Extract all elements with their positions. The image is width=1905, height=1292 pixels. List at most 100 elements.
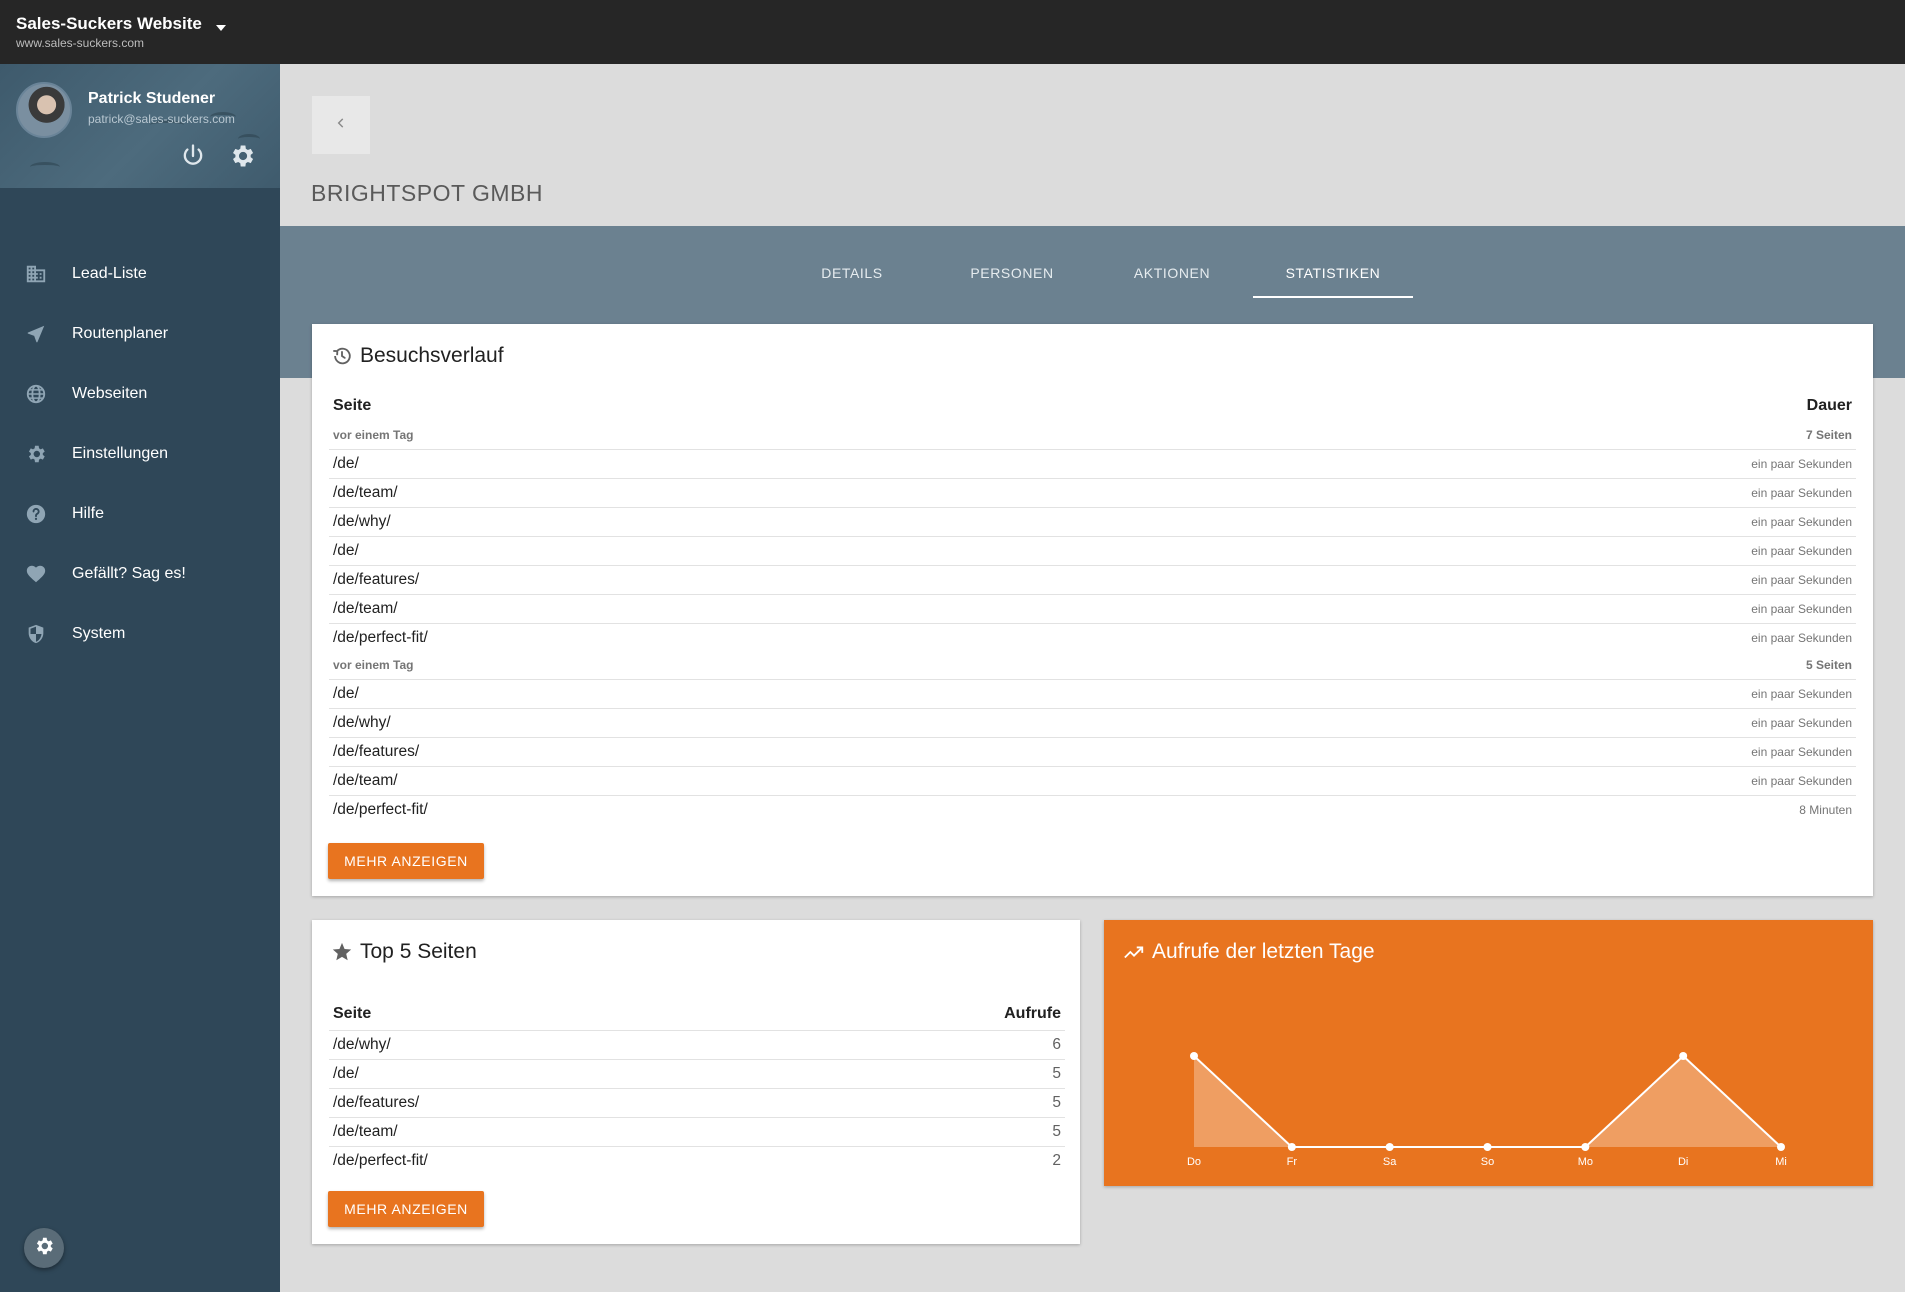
table-row: /de/perfect-fit/8 Minuten (329, 794, 1856, 824)
data-point[interactable] (1679, 1052, 1688, 1060)
table-row: /de/ein paar Sekunden (329, 448, 1856, 478)
tab-personen[interactable]: PERSONEN (932, 248, 1092, 298)
x-tick-label: Di (1678, 1156, 1688, 1168)
column-header-duration: Dauer (1806, 397, 1852, 414)
visit-group-when: vor einem Tag (333, 428, 414, 443)
heart-icon (24, 562, 48, 586)
card-title: Top 5 Seiten (330, 940, 477, 964)
data-point[interactable] (1777, 1143, 1785, 1151)
visit-group-header: vor einem Tag 5 Seiten (329, 652, 1856, 679)
sidebar-item-label: Routenplaner (72, 325, 169, 342)
page-cell: /de/team/ (329, 593, 1071, 623)
sidebar-item-label: Einstellungen (72, 445, 169, 462)
table-row: /de/perfect-fit/2 (329, 1145, 1065, 1175)
caret-down-icon[interactable] (216, 25, 227, 31)
back-button[interactable] (312, 96, 370, 154)
column-header-views: Aufrufe (1004, 1004, 1061, 1022)
tab-aktionen[interactable]: AKTIONEN (1092, 248, 1252, 298)
duration-cell: ein paar Sekunden (1070, 506, 1856, 536)
sidebar-item-label: Hilfe (72, 505, 105, 522)
x-tick-label: Mi (1775, 1156, 1787, 1168)
page-cell: /de/why/ (329, 506, 1071, 536)
page-cell: /de/features/ (329, 736, 1071, 766)
data-point[interactable] (1190, 1052, 1198, 1060)
site-url: www.sales-suckers.com (16, 36, 145, 50)
globe-icon (24, 382, 48, 406)
sidebar-item-routenplaner[interactable]: Routenplaner (0, 304, 280, 364)
duration-cell: ein paar Sekunden (1070, 707, 1856, 737)
sidebar: Patrick Studener patrick@sales-suckers.c… (0, 64, 280, 1292)
sidebar-item-system[interactable]: System (0, 604, 280, 664)
views-cell: 5 (780, 1116, 1065, 1146)
page-cell: /de/team/ (329, 477, 1071, 507)
table-row: /de/features/ein paar Sekunden (329, 736, 1856, 766)
building-icon (24, 262, 48, 286)
table-row: /de/team/ein paar Sekunden (329, 593, 1856, 623)
tab-statistiken[interactable]: STATISTIKEN (1253, 248, 1413, 298)
settings-fab[interactable] (24, 1228, 64, 1268)
tab-details[interactable]: DETAILS (772, 248, 932, 298)
data-point[interactable] (1483, 1143, 1492, 1151)
duration-cell: ein paar Sekunden (1070, 535, 1856, 565)
data-point[interactable] (1581, 1143, 1590, 1151)
table-row: /de/perfect-fit/ein paar Sekunden (329, 622, 1856, 652)
views-area-chart: Do Fr Sa So Mo Di Mi (1187, 1052, 1787, 1168)
table-row: /de/5 (329, 1058, 1065, 1088)
page-cell: /de/team/ (329, 1116, 781, 1146)
gear-icon (24, 442, 48, 466)
duration-cell: ein paar Sekunden (1070, 736, 1856, 766)
sidebar-item-hilfe[interactable]: Hilfe (0, 484, 280, 544)
shield-icon (24, 622, 48, 646)
site-switcher[interactable]: Sales-Suckers Website www.sales-suckers.… (16, 14, 227, 50)
top-pages-table: Seite Aufrufe /de/why/6 /de/5 /de/featur… (329, 998, 1065, 1175)
views-chart-card: Aufrufe der letzten Tage Do Fr Sa So Mo Di Mi (1104, 920, 1873, 1186)
gear-icon (33, 1235, 55, 1262)
x-tick-label: Mo (1578, 1156, 1593, 1168)
visit-history-card: Besuchsverlauf Seite Dauer vor einem Tag… (312, 324, 1873, 896)
duration-cell: ein paar Sekunden (1070, 564, 1856, 594)
duration-cell: ein paar Sekunden (1070, 678, 1856, 708)
duration-cell: ein paar Sekunden (1070, 593, 1856, 623)
table-row: /de/ein paar Sekunden (329, 535, 1856, 565)
sidebar-nav: Lead-Liste Routenplaner Webseiten Einste… (0, 244, 280, 664)
user-email: patrick@sales-suckers.com (88, 112, 235, 126)
chevron-left-icon (334, 116, 348, 135)
card-title: Besuchsverlauf (330, 344, 504, 368)
navigation-icon (24, 322, 48, 346)
duration-cell: ein paar Sekunden (1070, 765, 1856, 795)
page-cell: /de/ (329, 1058, 781, 1088)
sidebar-item-lead-liste[interactable]: Lead-Liste (0, 244, 280, 304)
top-bar: Sales-Suckers Website www.sales-suckers.… (0, 0, 1905, 64)
avatar[interactable] (16, 82, 72, 138)
show-more-top-pages-button[interactable]: MEHR ANZEIGEN (328, 1191, 484, 1227)
table-row: /de/ein paar Sekunden (329, 678, 1856, 708)
gear-icon[interactable] (228, 142, 256, 170)
data-point[interactable] (1385, 1143, 1394, 1151)
profile-panel: Patrick Studener patrick@sales-suckers.c… (0, 64, 280, 188)
data-point[interactable] (1287, 1143, 1296, 1151)
page-cell: /de/perfect-fit/ (329, 1145, 781, 1175)
duration-cell: ein paar Sekunden (1070, 477, 1856, 507)
page-cell: /de/ (329, 535, 1071, 565)
table-row: /de/why/ein paar Sekunden (329, 506, 1856, 536)
bird-decoration (30, 162, 60, 172)
user-name: Patrick Studener (88, 90, 216, 107)
x-tick-label: So (1481, 1156, 1494, 1168)
sidebar-item-label: System (72, 625, 126, 642)
visit-group-header: vor einem Tag 7 Seiten (329, 422, 1856, 449)
table-row: /de/why/ein paar Sekunden (329, 707, 1856, 737)
power-icon[interactable] (179, 142, 207, 170)
page-cell: /de/perfect-fit/ (329, 794, 1071, 824)
table-row: /de/team/5 (329, 1116, 1065, 1146)
sidebar-item-webseiten[interactable]: Webseiten (0, 364, 280, 424)
series-area (1194, 1056, 1781, 1147)
star-icon (330, 940, 354, 964)
sidebar-item-feedback[interactable]: Gefällt? Sag es! (0, 544, 280, 604)
column-header-page: Seite (333, 397, 372, 414)
company-title: BRIGHTSPOT GMBH (311, 180, 543, 206)
show-more-visits-button[interactable]: MEHR ANZEIGEN (328, 843, 484, 879)
x-tick-label: Sa (1383, 1156, 1397, 1168)
table-row: /de/features/ein paar Sekunden (329, 564, 1856, 594)
visit-group-when: vor einem Tag (333, 658, 414, 673)
sidebar-item-einstellungen[interactable]: Einstellungen (0, 424, 280, 484)
